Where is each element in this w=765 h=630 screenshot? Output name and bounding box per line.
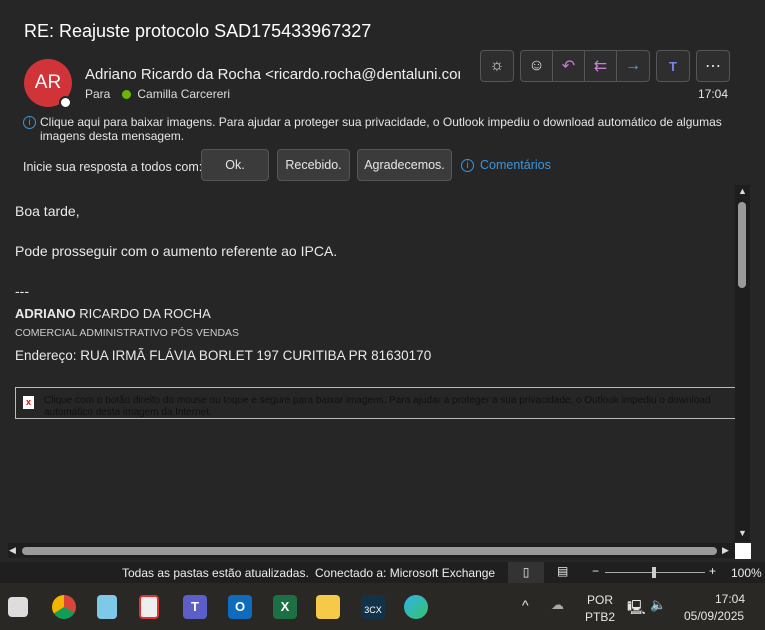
network-icon[interactable]: 🖳 xyxy=(627,597,646,621)
to-label: Para xyxy=(85,87,111,101)
signature-address: Endereço: RUA IRMÃ FLÁVIA BORLET 197 CUR… xyxy=(15,348,432,363)
reply-actions: ☺ ↶ ⇇ → xyxy=(520,50,650,82)
signature-first-name: ADRIANO xyxy=(15,306,76,321)
quick-reply-label: Inicie sua resposta a todos com: xyxy=(23,160,203,174)
teams-button[interactable]: T xyxy=(656,50,690,82)
more-icon: ⋯ xyxy=(705,58,721,75)
reply-all-button[interactable]: ⇇ xyxy=(585,51,617,81)
signature-separator: --- xyxy=(15,283,29,299)
feedback-link[interactable]: i Comentários xyxy=(461,158,551,172)
recipient[interactable]: Camilla Carcereri xyxy=(137,87,230,101)
zoom-slider-thumb[interactable] xyxy=(652,567,656,578)
quick-reply-received[interactable]: Recebido. xyxy=(277,149,350,181)
taskbar: T O X 3CX ^ ☁ POR PTB2 🖳 🔈 17:04 05/09/2… xyxy=(0,583,765,630)
vertical-scroll-thumb[interactable] xyxy=(738,202,746,288)
notepad-icon[interactable] xyxy=(97,595,117,619)
sun-icon: ☼ xyxy=(489,57,505,74)
zoom-in-button[interactable]: + xyxy=(709,564,716,578)
3cx-icon[interactable]: 3CX xyxy=(361,595,385,619)
task-view-icon[interactable] xyxy=(8,597,28,617)
scroll-right-icon[interactable]: ▶ xyxy=(722,545,729,556)
info-icon: i xyxy=(23,116,36,129)
zoom-out-button[interactable]: − xyxy=(592,564,599,578)
language-secondary[interactable]: PTB2 xyxy=(585,610,615,624)
body-line: Pode prosseguir com o aumento referente … xyxy=(15,243,338,259)
zoom-level: 100% xyxy=(731,566,762,580)
outlook-taskbar-icon[interactable]: O xyxy=(228,595,252,619)
sender[interactable]: Adriano Ricardo da Rocha <ricardo.rocha@… xyxy=(85,66,460,83)
sync-status: Todas as pastas estão atualizadas. xyxy=(122,566,309,580)
snipping-tool-icon[interactable] xyxy=(139,595,159,619)
normal-view-icon[interactable]: ▯ xyxy=(508,562,544,583)
show-hidden-icons[interactable]: ^ xyxy=(522,597,529,613)
excel-icon[interactable]: X xyxy=(273,595,297,619)
email-time: 17:04 xyxy=(697,87,728,101)
clock-time[interactable]: 17:04 xyxy=(715,592,745,606)
info-text: Clique aqui para baixar imagens. Para aj… xyxy=(40,115,722,143)
onedrive-icon[interactable]: ☁ xyxy=(551,597,564,613)
scroll-left-icon[interactable]: ◀ xyxy=(9,545,16,556)
scroll-up-icon[interactable]: ▲ xyxy=(738,186,747,196)
status-bar: Todas as pastas estão atualizadas. Conec… xyxy=(0,562,765,583)
file-explorer-icon[interactable] xyxy=(316,595,340,619)
signature-title: COMERCIAL ADMINISTRATIVO PÓS VENDAS xyxy=(15,327,240,339)
blocked-image-text: Clique com o botão direito do mouse ou t… xyxy=(44,395,711,418)
reading-view-icon[interactable]: ▤ xyxy=(557,564,568,578)
theme-toggle-button[interactable]: ☼ xyxy=(480,50,514,82)
blocked-image[interactable]: x Clique com o botão direito do mouse ou … xyxy=(15,387,735,419)
body-greeting: Boa tarde, xyxy=(15,203,80,219)
reply-button[interactable]: ↶ xyxy=(553,51,585,81)
emoji-react-button[interactable]: ☺ xyxy=(521,51,553,81)
download-images-bar[interactable]: i Clique aqui para baixar imagens. Para a… xyxy=(23,115,723,143)
language-primary[interactable]: POR xyxy=(587,593,613,607)
teams-icon: T xyxy=(669,58,677,74)
scroll-corner xyxy=(735,543,751,559)
more-button[interactable]: ⋯ xyxy=(696,50,730,82)
info-icon: i xyxy=(461,158,474,172)
recipients: Para Camilla Carcereri xyxy=(85,87,230,101)
presence-icon xyxy=(59,96,72,109)
volume-icon[interactable]: 🔈 xyxy=(650,597,666,613)
connection-status: Conectado a: Microsoft Exchange xyxy=(315,566,496,580)
chrome-icon[interactable] xyxy=(52,595,76,619)
edge-icon[interactable] xyxy=(404,595,428,619)
signature-last-name: RICARDO DA ROCHA xyxy=(75,306,211,321)
presence-available-icon xyxy=(122,89,132,99)
clock-date[interactable]: 05/09/2025 xyxy=(684,609,744,623)
broken-image-icon: x xyxy=(23,396,34,409)
scroll-down-icon[interactable]: ▼ xyxy=(738,528,747,538)
email-subject: RE: Reajuste protocolo SAD175433967327 xyxy=(24,21,372,41)
teams-taskbar-icon[interactable]: T xyxy=(183,595,207,619)
signature-name: ADRIANO RICARDO DA ROCHA xyxy=(15,306,211,321)
horizontal-scroll-thumb[interactable] xyxy=(22,547,717,555)
forward-button[interactable]: → xyxy=(617,51,649,81)
quick-reply-thanks[interactable]: Agradecemos. xyxy=(357,149,452,181)
feedback-text: Comentários xyxy=(480,158,551,172)
quick-reply-ok[interactable]: Ok. xyxy=(201,149,269,181)
